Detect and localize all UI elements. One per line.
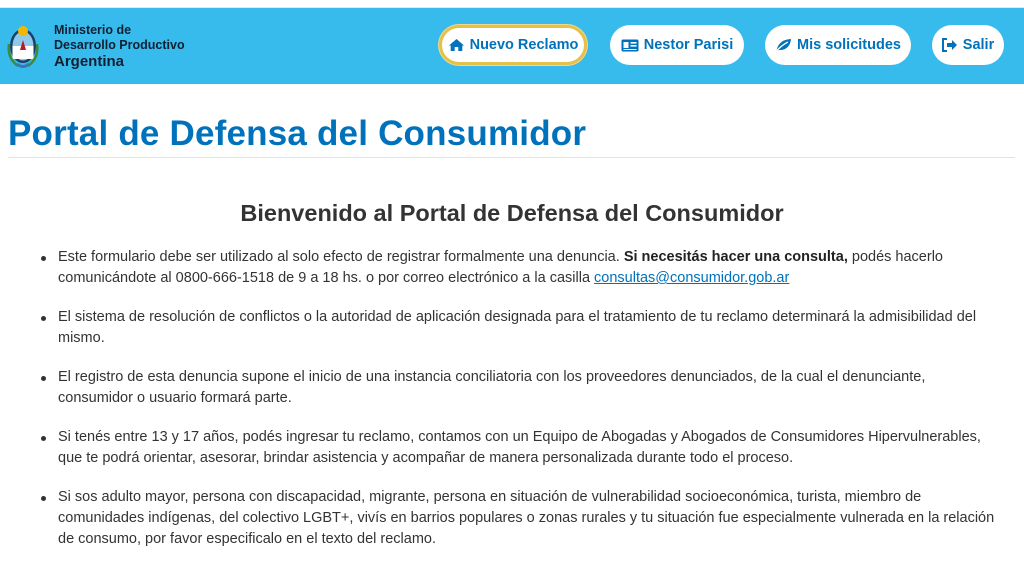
welcome-subtitle: Bienvenido al Portal de Defensa del Cons…	[240, 200, 784, 226]
leaf-icon	[775, 39, 792, 52]
brand-line-1: Ministerio de	[54, 22, 132, 37]
user-profile-button[interactable]: Nestor Parisi	[610, 25, 744, 65]
brand-text: Ministerio de Desarrollo Productivo Arge…	[54, 23, 185, 70]
salir-label: Salir	[962, 37, 995, 53]
bullet-1-strong: Si necesitás hacer una consulta,	[623, 249, 848, 265]
list-item: Si sos adulto mayor, persona con discapa…	[38, 487, 1003, 550]
argentina-coat-of-arms-icon	[7, 26, 39, 68]
brand-line-3: Argentina	[54, 52, 125, 70]
list-item: El sistema de resolución de conflictos o…	[38, 307, 1003, 349]
salir-button[interactable]: Salir	[932, 25, 1004, 65]
nuevo-reclamo-button[interactable]: Nuevo Reclamo	[439, 25, 587, 65]
nuevo-reclamo-label: Nuevo Reclamo	[469, 37, 579, 53]
mis-solicitudes-label: Mis solicitudes	[797, 37, 901, 53]
bullet-1-text-a: Este formulario debe ser utilizado al so…	[58, 249, 624, 265]
navbar: Ministerio de Desarrollo Productivo Arge…	[0, 8, 1024, 84]
home-icon	[448, 39, 464, 51]
mis-solicitudes-button[interactable]: Mis solicitudes	[765, 25, 911, 65]
consultas-email-link[interactable]: consultas@consumidor.gob.ar	[594, 270, 789, 286]
brand-line-2: Desarrollo Productivo	[54, 37, 185, 52]
top-strip	[0, 0, 1024, 8]
page-title: Portal de Defensa del Consumidor	[8, 114, 587, 153]
list-item: Si tenés entre 13 y 17 años, podés ingre…	[38, 427, 1003, 469]
brand-logo[interactable]: Ministerio de Desarrollo Productivo Arge…	[6, 18, 185, 74]
id-card-icon	[621, 39, 639, 51]
user-name-label: Nestor Parisi	[643, 37, 734, 53]
title-divider	[8, 157, 1015, 158]
list-item: Este formulario debe ser utilizado al so…	[38, 247, 1003, 289]
sign-out-icon	[941, 38, 957, 52]
list-item: El registro de esta denuncia supone el i…	[38, 367, 1003, 409]
info-list: Este formulario debe ser utilizado al so…	[38, 247, 1003, 550]
